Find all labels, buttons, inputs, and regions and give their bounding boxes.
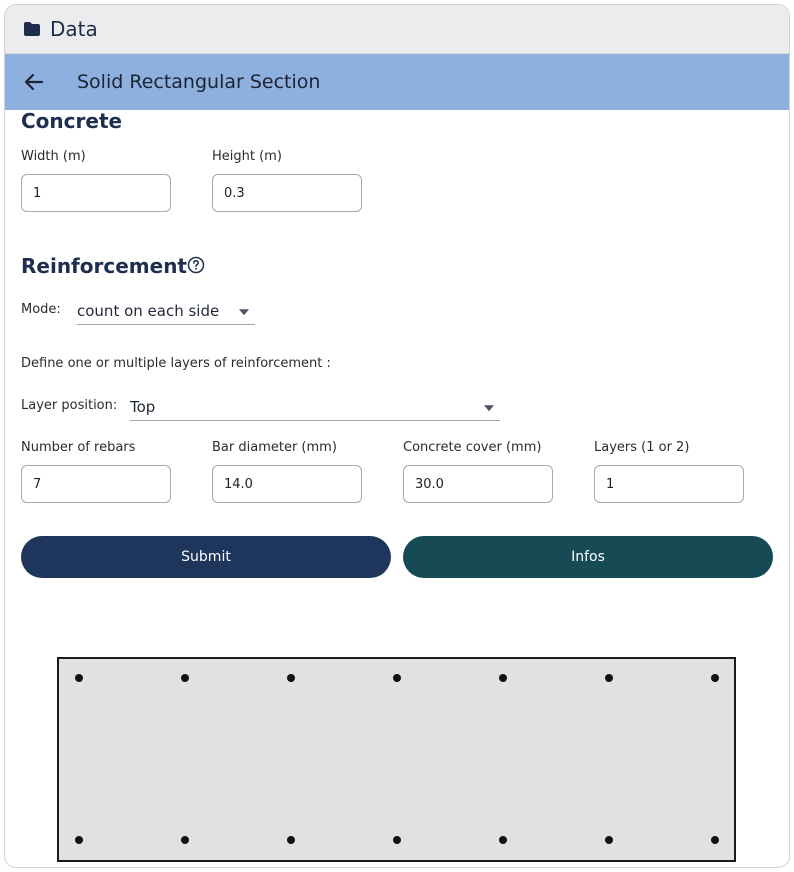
bottom-rebar-6 bbox=[605, 836, 613, 844]
bottom-rebar-7 bbox=[711, 836, 719, 844]
top-rebar-4 bbox=[393, 674, 401, 682]
top-rebar-2 bbox=[181, 674, 189, 682]
top-rebar-6 bbox=[605, 674, 613, 682]
mode-select-value: count on each side bbox=[77, 301, 220, 320]
panel-header[interactable]: Data bbox=[5, 5, 789, 54]
concrete-section-rect bbox=[57, 657, 736, 862]
layer-position-select[interactable]: Top bbox=[130, 393, 500, 421]
height-input[interactable] bbox=[212, 174, 362, 212]
rebars-input[interactable] bbox=[21, 465, 171, 503]
width-label: Width (m) bbox=[21, 149, 86, 164]
layer-position-value: Top bbox=[130, 397, 156, 416]
panel-title: Data bbox=[50, 17, 98, 41]
concrete-cover-input[interactable] bbox=[403, 465, 553, 503]
rebars-label: Number of rebars bbox=[21, 440, 136, 455]
infos-button[interactable]: Infos bbox=[403, 536, 773, 578]
top-rebar-7 bbox=[711, 674, 719, 682]
bottom-rebar-1 bbox=[75, 836, 83, 844]
arrow-left-icon[interactable] bbox=[23, 71, 45, 93]
mode-select[interactable]: count on each side bbox=[77, 297, 255, 325]
panel-card: Data Solid Rectangular Section Concrete … bbox=[4, 4, 790, 868]
top-rebar-3 bbox=[287, 674, 295, 682]
mode-label: Mode: bbox=[21, 302, 61, 317]
top-rebar-1 bbox=[75, 674, 83, 682]
section-header: Solid Rectangular Section bbox=[5, 54, 789, 110]
chevron-down-icon bbox=[484, 404, 494, 411]
width-input[interactable] bbox=[21, 174, 171, 212]
top-rebar-5 bbox=[499, 674, 507, 682]
bottom-rebar-5 bbox=[499, 836, 507, 844]
help-circle-icon[interactable] bbox=[187, 256, 205, 274]
layers-label: Layers (1 or 2) bbox=[594, 440, 690, 455]
bar-diameter-input[interactable] bbox=[212, 465, 362, 503]
section-preview bbox=[57, 657, 736, 862]
bottom-rebar-2 bbox=[181, 836, 189, 844]
concrete-cover-label: Concrete cover (mm) bbox=[403, 440, 542, 455]
layers-input[interactable] bbox=[594, 465, 744, 503]
layer-position-label: Layer position: bbox=[21, 398, 118, 413]
chevron-down-icon bbox=[239, 308, 249, 315]
folder-icon bbox=[24, 22, 40, 36]
height-label: Height (m) bbox=[212, 149, 282, 164]
bar-diameter-label: Bar diameter (mm) bbox=[212, 440, 337, 455]
bottom-rebar-4 bbox=[393, 836, 401, 844]
bottom-rebar-3 bbox=[287, 836, 295, 844]
define-layers-text: Define one or multiple layers of reinfor… bbox=[21, 356, 331, 371]
submit-button[interactable]: Submit bbox=[21, 536, 391, 578]
section-title: Solid Rectangular Section bbox=[77, 71, 321, 93]
reinforcement-heading: Reinforcement bbox=[21, 254, 187, 278]
concrete-heading: Concrete bbox=[21, 109, 123, 133]
